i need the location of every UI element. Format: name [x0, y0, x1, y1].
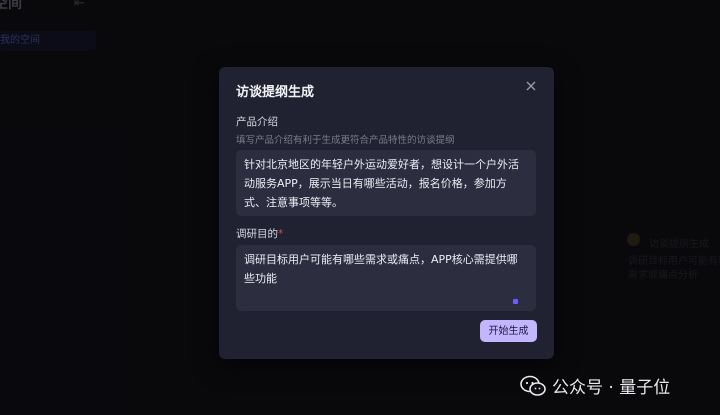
interview-outline-dialog: 访谈提纲生成 产品介绍 填写产品介绍有利于生成更符合产品特性的访谈提纲 针对北京…	[219, 67, 554, 359]
resize-handle-icon[interactable]	[513, 299, 518, 304]
dialog-title: 访谈提纲生成	[236, 85, 315, 100]
start-generate-button[interactable]: 开始生成	[480, 320, 537, 342]
wechat-icon	[520, 375, 546, 396]
product-intro-label: 产品介绍	[236, 116, 278, 128]
research-goal-label: 调研目的*	[236, 226, 283, 241]
watermark-text: 公众号 · 量子位	[552, 378, 671, 398]
research-goal-label-text: 调研目的	[236, 228, 278, 240]
product-intro-hint: 填写产品介绍有利于生成更符合产品特性的访谈提纲	[236, 135, 455, 146]
close-icon[interactable]	[525, 80, 537, 92]
research-goal-textarea[interactable]: 调研目标用户可能有哪些需求或痛点，APP核心需提供哪些功能	[236, 245, 536, 311]
required-mark: *	[278, 228, 284, 240]
watermark: 公众号 · 量子位	[520, 373, 670, 398]
product-intro-textarea[interactable]: 针对北京地区的年轻户外运动爱好者，想设计一个户外活动服务APP，展示当日有哪些活…	[236, 150, 536, 216]
